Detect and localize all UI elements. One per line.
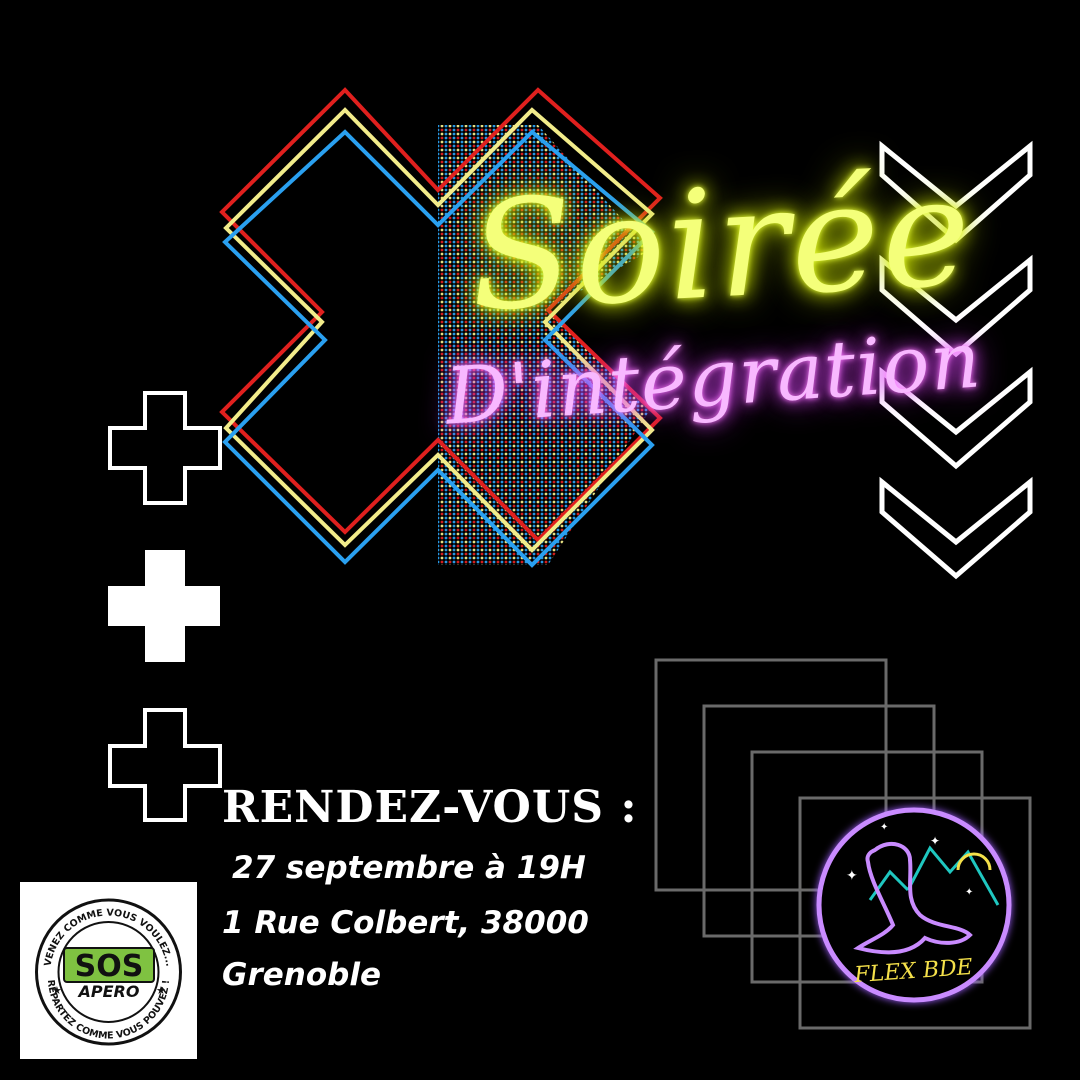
- sos-main: SOS: [75, 949, 144, 984]
- chevron-down-icon: [879, 476, 1033, 580]
- star-icon: ✦: [930, 834, 940, 848]
- event-address-line1: 1 Rue Colbert, 38000: [222, 905, 589, 941]
- star-icon: ✦: [846, 868, 858, 884]
- plus-solid-icon: [108, 550, 220, 662]
- star-icon: ✦: [880, 822, 888, 833]
- bde-logo: ✦ ✦ ✦ ✦: [816, 807, 1012, 1003]
- star-icon: ★: [52, 984, 62, 997]
- event-date: 27 septembre à 19H: [232, 850, 586, 886]
- title-soiree: Soirée: [465, 144, 977, 346]
- event-address-line2: Grenoble: [222, 957, 381, 993]
- rendezvous-heading: RENDEZ-VOUS :: [222, 782, 638, 833]
- star-icon: ✦: [965, 887, 973, 898]
- sos-apero-logo: VENEZ COMME VOUS VOULEZ... REPARTEZ COMM…: [20, 882, 197, 1059]
- sos-sub: APERO: [77, 982, 140, 1001]
- plus-outline-icon: [108, 391, 222, 505]
- plus-outline-icon: [108, 708, 222, 822]
- star-icon: ★: [156, 984, 166, 997]
